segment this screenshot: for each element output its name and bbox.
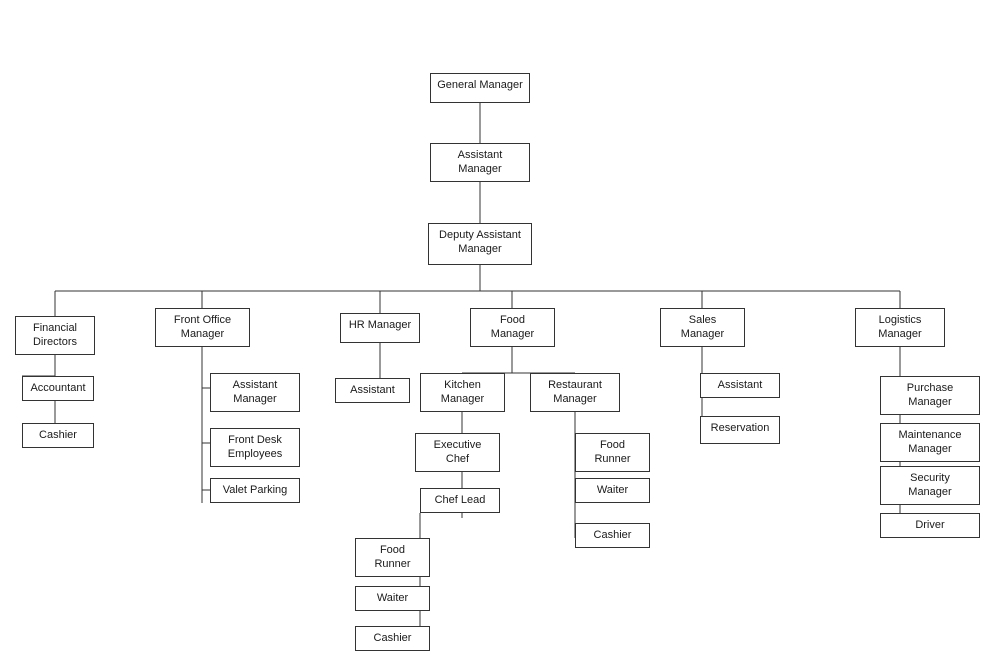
food-runner-rest-node: Food Runner <box>575 433 650 472</box>
sales-manager-node: Sales Manager <box>660 308 745 347</box>
deputy-assistant-node: Deputy Assistant Manager <box>428 223 532 265</box>
cashier-fin-node: Cashier <box>22 423 94 448</box>
cashier-kitch-node: Cashier <box>355 626 430 651</box>
page-title <box>0 0 1000 28</box>
financial-directors-node: Financial Directors <box>15 316 95 355</box>
asst-mgr-fo-node: Assistant Manager <box>210 373 300 412</box>
maintenance-manager-node: Maintenance Manager <box>880 423 980 462</box>
accountant-node: Accountant <box>22 376 94 401</box>
general-manager-node: General Manager <box>430 73 530 103</box>
assistant-hr-node: Assistant <box>335 378 410 403</box>
valet-parking-node: Valet Parking <box>210 478 300 503</box>
waiter-kitch-node: Waiter <box>355 586 430 611</box>
chef-lead-node: Chef Lead <box>420 488 500 513</box>
kitchen-manager-node: Kitchen Manager <box>420 373 505 412</box>
purchase-manager-node: Purchase Manager <box>880 376 980 415</box>
logistics-manager-node: Logistics Manager <box>855 308 945 347</box>
assistant-manager-node: Assistant Manager <box>430 143 530 182</box>
executive-chef-node: Executive Chef <box>415 433 500 472</box>
cashier-rest-node: Cashier <box>575 523 650 548</box>
hr-manager-node: HR Manager <box>340 313 420 343</box>
reservation-node: Reservation <box>700 416 780 444</box>
front-desk-emp-node: Front Desk Employees <box>210 428 300 467</box>
restaurant-manager-node: Restaurant Manager <box>530 373 620 412</box>
waiter-rest-node: Waiter <box>575 478 650 503</box>
org-chart: General Manager Assistant Manager Deputy A… <box>0 28 1000 648</box>
security-manager-node: Security Manager <box>880 466 980 505</box>
food-runner-kitch-node: Food Runner <box>355 538 430 577</box>
front-office-manager-node: Front Office Manager <box>155 308 250 347</box>
food-manager-node: Food Manager <box>470 308 555 347</box>
driver-node: Driver <box>880 513 980 538</box>
assistant-sales-node: Assistant <box>700 373 780 398</box>
